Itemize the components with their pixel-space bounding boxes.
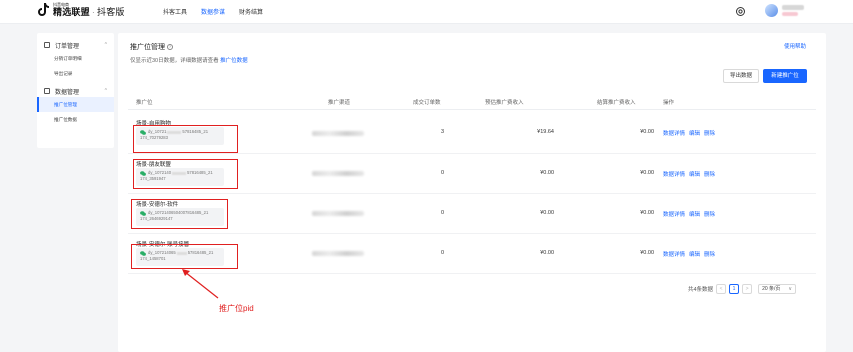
page-size-select[interactable]: 20 条/页 ∨ — [758, 284, 797, 294]
col-actions: 操作 — [663, 100, 675, 106]
row-actions: 数据详情 编辑 删除 — [663, 129, 715, 137]
sidebar-item-order-details[interactable]: 分销订单明细 — [37, 51, 114, 66]
chevron-up-icon: ^ — [104, 42, 107, 48]
delete-link[interactable]: 删除 — [704, 129, 715, 137]
annotation-frame — [133, 125, 238, 153]
edit-link[interactable]: 编辑 — [689, 250, 700, 258]
col-orders: 成交订单数 — [413, 100, 441, 106]
order-count: 0 — [440, 170, 444, 176]
nav-data-advisor[interactable]: 数据参谋 — [201, 7, 225, 16]
annotation-label: 推广位pid — [219, 304, 254, 313]
avatar — [765, 4, 778, 17]
top-nav: 抖客工具 数据参谋 财务结算 — [163, 7, 263, 16]
order-count: 3 — [440, 129, 444, 135]
annotation-arrow-icon — [182, 269, 219, 299]
row-actions: 数据详情 编辑 删除 — [663, 250, 715, 258]
page-1-button[interactable]: 1 — [729, 284, 740, 294]
order-count: 0 — [440, 210, 444, 216]
new-position-button[interactable]: 新建推广位 — [763, 69, 807, 83]
annotation-frame — [131, 244, 238, 269]
channel-redacted — [312, 251, 364, 256]
data-icon — [44, 88, 50, 94]
total-count: 共4条数据 — [688, 287, 714, 293]
page-size-value: 20 条/页 — [762, 286, 781, 292]
question-icon[interactable]: ? — [167, 44, 173, 50]
table-row: 场景-安德尔-软件 dy_107214065 04007816485_21 174… — [128, 194, 816, 234]
settled-income: ¥0.00 — [640, 170, 654, 176]
channel-redacted — [312, 171, 364, 176]
settings-gear-icon[interactable] — [735, 6, 746, 17]
order-icon — [44, 42, 50, 48]
prev-page-button[interactable]: < — [716, 284, 727, 294]
table-row: 场景-安德尔-账号接管 dy_107214065 57816485_21 174_… — [128, 234, 816, 274]
settled-income: ¥0.00 — [640, 210, 654, 216]
user-name-redacted — [782, 5, 804, 16]
delete-link[interactable]: 删除 — [704, 210, 715, 218]
annotation-frame — [131, 199, 228, 229]
annotation-frame — [133, 159, 238, 189]
edit-link[interactable]: 编辑 — [689, 129, 700, 137]
sidebar-group-orders[interactable]: 订单管理 ^ — [37, 39, 114, 51]
sidebar-group-data[interactable]: 数据管理 ^ — [37, 85, 114, 97]
sidebar-item-position-management[interactable]: 推广位管理 — [37, 97, 114, 112]
table-row: 场景-朋友联盟 dy_1072140 57816485_21 174_359194… — [128, 154, 816, 194]
channel-redacted — [312, 131, 364, 136]
logo-title: 精选联盟 · 抖客版 — [53, 7, 125, 17]
col-channel: 推广渠道 — [328, 100, 351, 106]
page-title: 推广位管理 ? — [130, 42, 173, 52]
col-position: 推广位 — [136, 100, 153, 106]
subtitle: 仅显示近30日数据，详细数据请查看 推广位数据 — [130, 56, 248, 64]
est-income: ¥19.64 — [537, 129, 554, 135]
sidebar-item-position-data[interactable]: 推广位数据 — [37, 112, 114, 127]
subtitle-text: 仅显示近30日数据，详细数据请查看 — [130, 58, 219, 64]
edit-link[interactable]: 编辑 — [689, 210, 700, 218]
est-income: ¥0.00 — [540, 210, 554, 216]
position-data-link[interactable]: 推广位数据 — [220, 58, 248, 64]
channel-redacted — [312, 211, 364, 216]
nav-finance[interactable]: 财务结算 — [239, 7, 263, 16]
order-count: 0 — [440, 250, 444, 256]
page-title-text: 推广位管理 — [130, 44, 165, 51]
top-header: 抖音电商 精选联盟 · 抖客版 抖客工具 数据参谋 财务结算 — [0, 0, 853, 24]
sidebar-item-export-records[interactable]: 导出记录 — [37, 66, 114, 81]
help-link[interactable]: 使用帮助 — [784, 42, 806, 50]
douyin-logo-icon — [38, 3, 49, 17]
row-actions: 数据详情 编辑 删除 — [663, 210, 715, 218]
edit-link[interactable]: 编辑 — [689, 170, 700, 178]
pagination: 共4条数据 < 1 > 20 条/页 ∨ — [688, 284, 797, 294]
table-row: 场景-自用购物 dy_10721 57816485_21 174_70279283… — [128, 114, 816, 154]
sidebar-group-label: 订单管理 — [55, 43, 80, 50]
detail-link[interactable]: 数据详情 — [663, 250, 685, 258]
export-button[interactable]: 导出数据 — [723, 69, 759, 83]
next-page-button[interactable]: > — [742, 284, 753, 294]
detail-link[interactable]: 数据详情 — [663, 129, 685, 137]
user-profile[interactable] — [765, 4, 804, 17]
sidebar-group-label: 数据管理 — [55, 89, 80, 96]
logo[interactable]: 抖音电商 精选联盟 · 抖客版 — [38, 3, 125, 17]
chevron-down-icon: ∨ — [788, 286, 793, 292]
sidebar: 订单管理 ^ 分销订单明细 导出记录 数据管理 ^ 推广位管理 推广位数据 — [37, 33, 114, 148]
settled-income: ¥0.00 — [640, 250, 654, 256]
chevron-up-icon: ^ — [104, 88, 107, 94]
settled-income: ¥0.00 — [640, 129, 654, 135]
est-income: ¥0.00 — [540, 250, 554, 256]
delete-link[interactable]: 删除 — [704, 170, 715, 178]
detail-link[interactable]: 数据详情 — [663, 170, 685, 178]
row-actions: 数据详情 编辑 删除 — [663, 170, 715, 178]
col-settled-income: 结算推广费收入 — [597, 100, 636, 106]
nav-tools[interactable]: 抖客工具 — [163, 7, 187, 16]
col-est-income: 预估推广费收入 — [485, 100, 524, 106]
detail-link[interactable]: 数据详情 — [663, 210, 685, 218]
delete-link[interactable]: 删除 — [704, 250, 715, 258]
est-income: ¥0.00 — [540, 170, 554, 176]
table-header: 推广位 推广渠道 成交订单数 预估推广费收入 结算推广费收入 操作 — [128, 92, 816, 110]
